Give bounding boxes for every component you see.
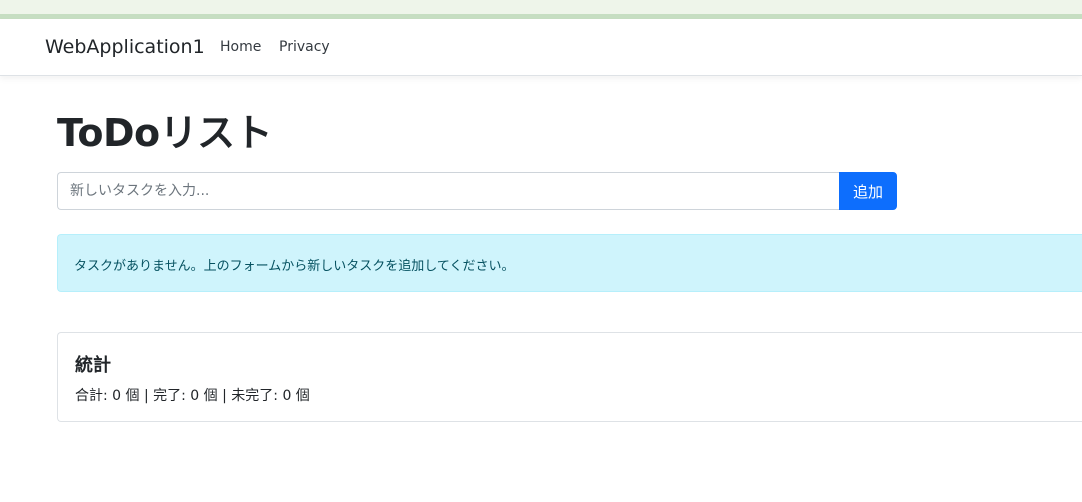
navbar-brand[interactable]: WebApplication1 [45,36,205,58]
navbar: WebApplication1 Home Privacy [0,19,1082,76]
stats-card: 統計 合計: 0 個 | 完了: 0 個 | 未完了: 0 個 [57,332,1082,422]
empty-tasks-message: タスクがありません。上のフォームから新しいタスクを追加してください。 [74,259,515,274]
add-task-button[interactable]: 追加 [839,172,897,210]
stats-title: 統計 [75,355,111,376]
nav-link-privacy[interactable]: Privacy [279,39,330,55]
stats-summary: 合計: 0 個 | 完了: 0 個 | 未完了: 0 個 [75,388,310,404]
nav-link-home[interactable]: Home [220,39,261,55]
empty-tasks-alert: タスクがありません。上のフォームから新しいタスクを追加してください。 [57,234,1082,292]
new-task-input[interactable] [57,172,840,210]
browser-top-strip [0,0,1082,19]
page-title: ToDoリスト [57,111,273,155]
